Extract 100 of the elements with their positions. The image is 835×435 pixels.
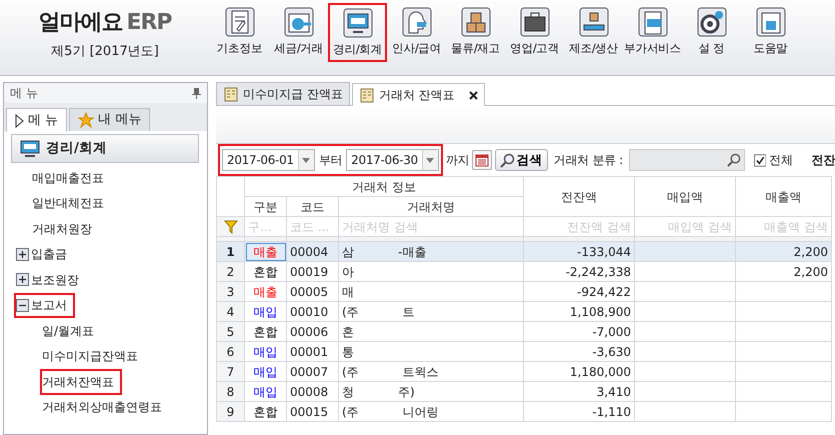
toolbar-button[interactable]: 경리/회계 [328,3,387,62]
panel-tab[interactable]: 내 메뉴 [69,108,150,131]
name-text: 삼 [342,244,354,258]
pin-icon[interactable] [192,88,201,98]
group-header: 거래처 정보 [244,176,524,196]
toolbar-button[interactable]: 부가서비스 [623,3,682,60]
code-cell: 00008 [286,382,338,402]
type-cell: 매입 [244,302,286,322]
document-tab[interactable]: 거래처 잔액표 [352,83,485,106]
category-field[interactable] [628,149,745,171]
type-cell: 혼합 [244,402,286,422]
amount-cell: -133,044 [524,242,634,262]
amount-cell: -1,110 [524,402,634,422]
grid-row[interactable]: 5 혼합 00006 혼 -7,000 [216,322,832,342]
name-text: (주 [342,364,359,378]
code-cell: 00010 [286,302,338,322]
toolbar-button[interactable]: 도움말 [741,3,800,60]
checkbox-label: 전체 [769,152,793,169]
filter-icon[interactable] [224,220,238,234]
column-header[interactable]: 구분 [244,196,286,216]
menu-item[interactable]: 일/월계표 [40,318,102,344]
name-text: -매출 [398,244,426,258]
range-label: 까지 [446,152,470,169]
menu-item[interactable]: 미수미지급잔액표 [40,344,146,369]
checkbox[interactable] [754,154,766,166]
document-tab[interactable]: 미수미지급 잔액표 [216,82,350,105]
toolbar-button[interactable]: 설 정 [682,3,741,60]
column-header[interactable]: 코드 [286,196,338,216]
amount-cell: 2,200 [736,242,832,262]
grid-row[interactable]: 8 매입 00008 청 주) 3,410 [216,382,832,402]
type-cell: 매입 [244,362,286,382]
grid-row[interactable]: 2 혼합 00019 아 -2,242,338 2,200 [216,262,832,282]
monitor-icon [20,140,40,158]
amount-cell: -7,000 [524,322,634,342]
toolbar-button[interactable]: 인사/급여 [387,3,446,60]
settings-icon [696,7,726,37]
row-number: 7 [216,362,244,382]
briefcase-icon [520,7,550,37]
menu-item[interactable]: 거래처외상매출연령표 [40,394,170,420]
column-header[interactable]: 전잔액 [524,176,634,216]
code-cell: 00007 [286,362,338,382]
name-text: 청 [342,384,354,398]
close-icon[interactable] [468,90,478,100]
row-number: 4 [216,302,244,322]
menu-item[interactable]: 보고서 [14,292,75,318]
name-text: 통 [342,344,354,358]
collapse-icon[interactable] [16,298,29,312]
toolbar-button[interactable]: 물류/재고 [446,3,505,60]
name-text: 아 [342,264,354,278]
expand-icon[interactable] [16,273,29,286]
amount-cell: -3,630 [524,342,634,362]
code-cell: 00001 [286,342,338,362]
date-field[interactable]: 2017-06-30 [346,149,439,171]
toolbar-button[interactable]: 영업/고객 [505,3,564,60]
menu-item[interactable]: 거래처잔액표 [40,369,122,394]
dropdown-icon[interactable] [302,158,310,162]
toolbar-button[interactable]: 제조/생산 [564,3,623,60]
column-header[interactable]: 매출액 [736,176,832,216]
column-header[interactable]: 거래처명 [338,196,524,216]
calendar-button[interactable] [472,150,492,170]
expand-icon[interactable] [16,248,29,261]
menu-item[interactable]: 입출금 [14,242,75,267]
amount-cell: 1,180,000 [524,362,634,382]
code-cell: 00019 [286,262,338,282]
row-number: 3 [216,282,244,302]
column-header[interactable]: 매입액 [634,176,736,216]
amount-cell: -924,422 [524,282,634,302]
name-text: (주 [342,304,359,318]
toolbar-button[interactable]: 기초정보 [210,3,269,60]
grid-row[interactable]: 6 매입 00001 통 -3,630 [216,342,832,362]
fiscal-period: 제5기 [2017년도] [51,43,159,61]
code-cell: 00015 [286,402,338,422]
name-text: 매 [342,284,354,298]
dropdown-icon[interactable] [426,158,434,162]
menu-item[interactable]: 일반대체전표 [30,190,112,216]
panel-tab[interactable]: 메 뉴 [6,108,68,132]
row-number: 5 [216,322,244,342]
toolbar-button[interactable]: 세금/거래 [269,3,328,60]
search-icon [500,152,515,168]
row-number: 8 [216,382,244,402]
module-header[interactable]: 경리/회계 [11,134,199,163]
search-button[interactable]: 검색 [494,148,548,172]
clipboard-icon [224,7,254,37]
menu-item[interactable]: 보조원장 [14,267,87,292]
monitor-icon [342,8,372,38]
type-cell: 매입 [244,382,286,402]
date-field[interactable]: 2017-06-01 [222,149,315,171]
type-cell: 매출 [244,242,286,262]
search-icon[interactable] [726,153,741,167]
menu-item[interactable]: 거래처원장 [30,216,100,242]
grid-row[interactable]: 9 혼합 00015 (주 니어링 -1,110 [216,402,832,422]
name-text: (주 [342,404,359,418]
play-icon [15,114,24,128]
grid-row[interactable]: 1 매출 00004 삼 -매출 -133,044 2,200 [216,242,832,262]
grid-row[interactable]: 7 매입 00007 (주 트윅스 1,180,000 [216,362,832,382]
menu-item[interactable]: 매입매출전표 [30,165,112,190]
row-number: 9 [216,402,244,422]
panel-title: 메 뉴 [10,85,38,102]
grid-row[interactable]: 3 매출 00005 매 -924,422 [216,282,832,302]
grid-row[interactable]: 4 매입 00010 (주 트 1,108,900 [216,302,832,322]
